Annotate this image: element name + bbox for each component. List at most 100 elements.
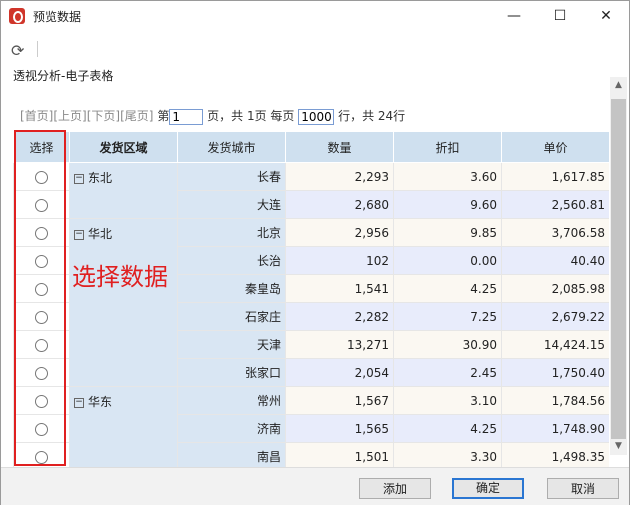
row-radio[interactable]	[35, 282, 48, 296]
column-header-quantity[interactable]: 数量	[285, 131, 394, 163]
select-cell	[13, 442, 70, 467]
column-header-region[interactable]: 发货区域	[69, 131, 178, 163]
rows-per-page-input[interactable]	[298, 108, 335, 125]
city-cell: 大连	[177, 190, 286, 219]
quantity-cell: 2,293	[285, 162, 394, 191]
dialog-footer: 添加 确定 取消	[1, 467, 629, 505]
collapse-icon[interactable]: −	[74, 229, 84, 240]
collapse-icon[interactable]: −	[74, 397, 84, 408]
row-radio[interactable]	[35, 170, 48, 184]
select-cell	[13, 190, 70, 219]
ok-button[interactable]: 确定	[452, 478, 524, 499]
quantity-cell: 102	[285, 246, 394, 275]
refresh-icon[interactable]: ⟳	[11, 41, 31, 60]
report-title: 透视分析-电子表格	[13, 69, 114, 83]
city-cell: 长治	[177, 246, 286, 275]
select-cell	[13, 218, 70, 247]
discount-cell: 3.30	[393, 442, 502, 467]
region-cell: − 华北	[69, 218, 178, 387]
vertical-scrollbar[interactable]: ▲ ▼	[610, 77, 627, 455]
column-header-discount[interactable]: 折扣	[393, 131, 502, 163]
close-button[interactable]: ✕	[583, 1, 629, 31]
city-cell: 长春	[177, 162, 286, 191]
select-cell	[13, 358, 70, 387]
select-cell	[13, 302, 70, 331]
price-cell: 1,498.35	[501, 442, 609, 467]
city-cell: 济南	[177, 414, 286, 443]
select-cell	[13, 386, 70, 415]
city-cell: 天津	[177, 330, 286, 359]
region-cell: − 华东	[69, 386, 178, 467]
city-cell: 南昌	[177, 442, 286, 467]
page-prefix-label: 第	[157, 109, 170, 123]
region-cell: − 东北	[69, 162, 178, 219]
table-header-row: 选择 发货区域 发货城市 数量 折扣 单价	[13, 131, 609, 163]
next-page-link[interactable]: [下页]	[87, 109, 120, 123]
region-label: 华北	[88, 227, 113, 241]
collapse-icon[interactable]: −	[74, 173, 84, 184]
city-cell: 秦皇岛	[177, 274, 286, 303]
minimize-button[interactable]: —	[491, 1, 537, 31]
row-radio[interactable]	[35, 450, 48, 464]
row-radio[interactable]	[35, 254, 48, 268]
price-cell: 2,679.22	[501, 302, 609, 331]
region-label: 华东	[88, 395, 113, 409]
data-table: 选择 发货区域 发货城市 数量 折扣 单价 − 东北 长春 2,293 3.60 …	[13, 131, 609, 467]
select-data-annotation: 选择数据	[72, 263, 168, 291]
row-count-label: 行，共 24行	[338, 109, 406, 123]
row-radio[interactable]	[35, 226, 48, 240]
page-suffix-label: 页，共 1页 每页	[207, 109, 295, 123]
quantity-cell: 2,680	[285, 190, 394, 219]
select-cell	[13, 274, 70, 303]
city-cell: 石家庄	[177, 302, 286, 331]
quantity-cell: 2,282	[285, 302, 394, 331]
cancel-button[interactable]: 取消	[547, 478, 619, 499]
price-cell: 40.40	[501, 246, 609, 275]
scrollbar-thumb[interactable]	[611, 99, 626, 439]
select-cell	[13, 162, 70, 191]
row-radio[interactable]	[35, 422, 48, 436]
quantity-cell: 1,501	[285, 442, 394, 467]
scroll-down-icon[interactable]: ▼	[610, 438, 627, 455]
last-page-link[interactable]: [尾页]	[120, 109, 153, 123]
title-bar: 预览数据 — ☐ ✕	[1, 1, 629, 31]
row-radio[interactable]	[35, 338, 48, 352]
column-header-city[interactable]: 发货城市	[177, 131, 286, 163]
add-button[interactable]: 添加	[359, 478, 431, 499]
price-cell: 1,617.85	[501, 162, 609, 191]
page-number-input[interactable]	[169, 108, 204, 125]
preview-data-dialog: 预览数据 — ☐ ✕ ⟳ 透视分析-电子表格 [首页][上页][下页][尾页] …	[0, 0, 630, 505]
column-header-price[interactable]: 单价	[501, 131, 609, 163]
price-cell: 1,750.40	[501, 358, 609, 387]
scroll-up-icon[interactable]: ▲	[610, 77, 627, 94]
row-radio[interactable]	[35, 394, 48, 408]
city-cell: 常州	[177, 386, 286, 415]
quantity-cell: 1,565	[285, 414, 394, 443]
discount-cell: 9.85	[393, 218, 502, 247]
column-header-select[interactable]: 选择	[13, 131, 70, 163]
toolbar-divider	[37, 41, 38, 57]
discount-cell: 7.25	[393, 302, 502, 331]
first-page-link[interactable]: [首页]	[20, 109, 53, 123]
quantity-cell: 1,541	[285, 274, 394, 303]
quantity-cell: 2,956	[285, 218, 394, 247]
price-cell: 1,748.90	[501, 414, 609, 443]
row-radio[interactable]	[35, 310, 48, 324]
quantity-cell: 1,567	[285, 386, 394, 415]
discount-cell: 4.25	[393, 414, 502, 443]
discount-cell: 0.00	[393, 246, 502, 275]
select-cell	[13, 246, 70, 275]
city-cell: 北京	[177, 218, 286, 247]
prev-page-link[interactable]: [上页]	[53, 109, 86, 123]
discount-cell: 3.10	[393, 386, 502, 415]
discount-cell: 4.25	[393, 274, 502, 303]
discount-cell: 9.60	[393, 190, 502, 219]
discount-cell: 2.45	[393, 358, 502, 387]
row-radio[interactable]	[35, 198, 48, 212]
row-radio[interactable]	[35, 366, 48, 380]
select-cell	[13, 330, 70, 359]
price-cell: 2,560.81	[501, 190, 609, 219]
maximize-button[interactable]: ☐	[537, 1, 583, 31]
window-title: 预览数据	[33, 10, 82, 24]
price-cell: 14,424.15	[501, 330, 609, 359]
